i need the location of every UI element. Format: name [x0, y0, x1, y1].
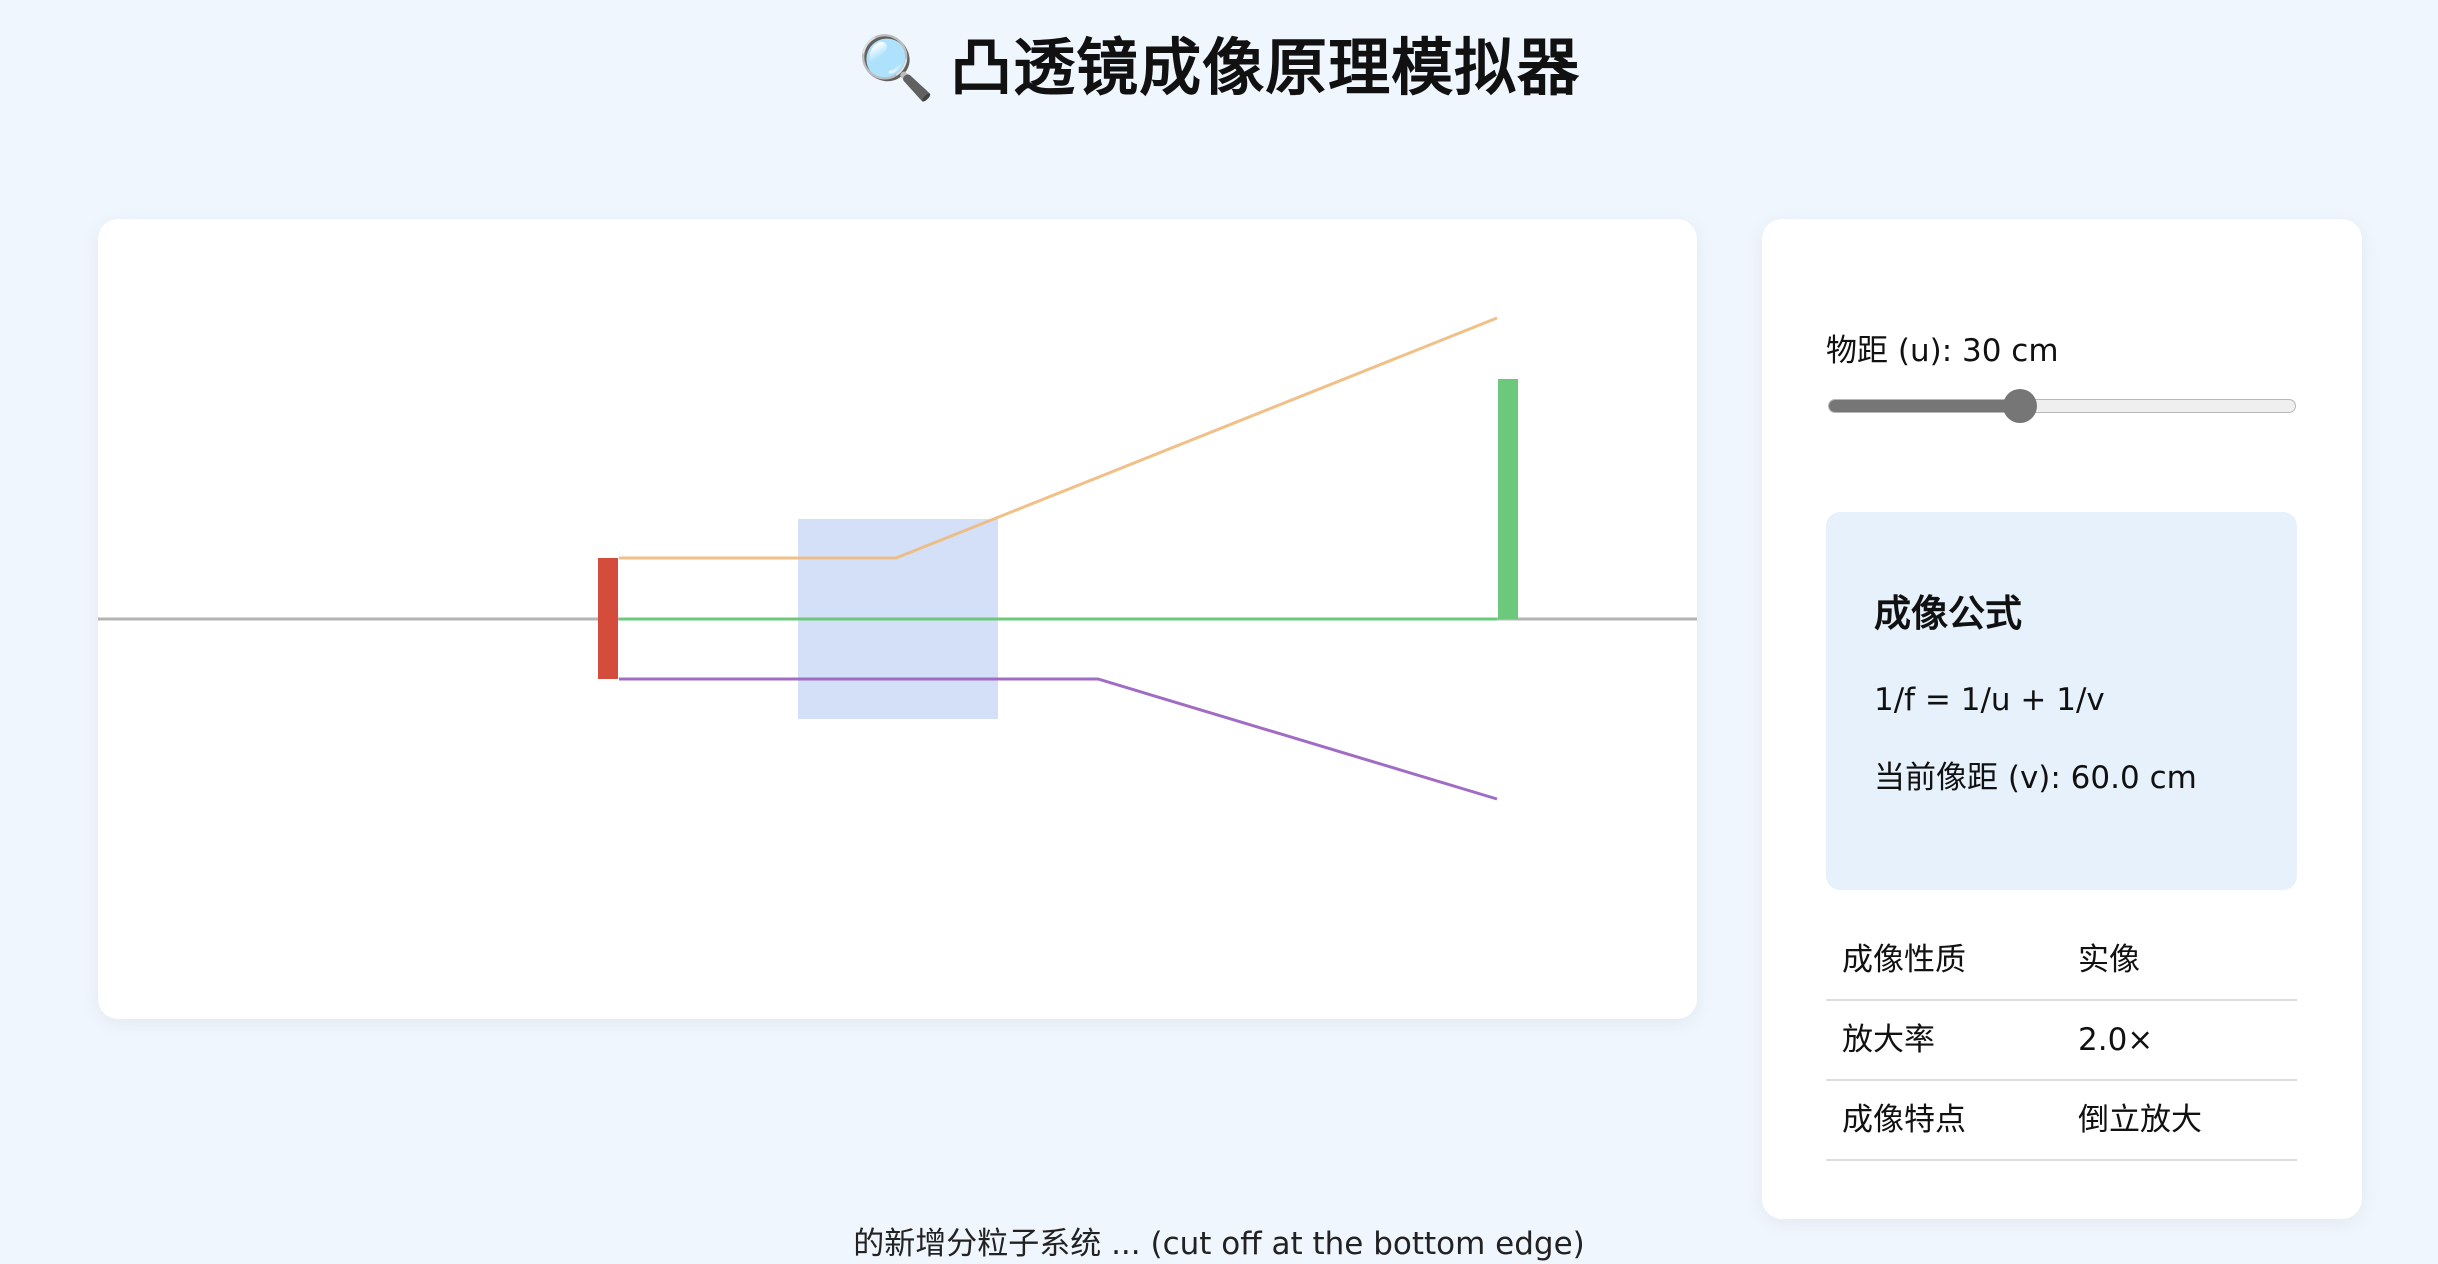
ray-parallel-bottom	[619, 677, 1498, 801]
slider-thumb[interactable]	[2003, 389, 2038, 423]
optics-diagram	[98, 316, 1697, 801]
object-distance-slider[interactable]	[1828, 389, 2296, 423]
property-value: 倒立放大	[2078, 1102, 2202, 1138]
lens-equation: 1/f = 1/u + 1/v	[1874, 682, 2105, 718]
property-key: 成像性质	[1842, 942, 1966, 978]
property-value: 2.0×	[2078, 1022, 2154, 1058]
object-arrow	[598, 558, 618, 679]
footer-partial-text: 的新增分粒子系统 ... (cut off at the bottom edge…	[853, 1226, 1585, 1262]
property-key: 放大率	[1842, 1022, 1935, 1058]
formula-title: 成像公式	[1874, 592, 2022, 635]
ray-parallel-top	[619, 316, 1498, 560]
property-key: 成像特点	[1842, 1102, 1966, 1138]
table-row: 放大率 2.0×	[1826, 1001, 2297, 1081]
formula-box: 成像公式 1/f = 1/u + 1/v 当前像距 (v): 60.0 cm	[1826, 512, 2297, 890]
table-row: 成像性质 实像	[1826, 921, 2297, 1001]
current-image-distance: 当前像距 (v): 60.0 cm	[1874, 760, 2197, 796]
image-properties-table: 成像性质 实像 放大率 2.0× 成像特点 倒立放大	[1826, 921, 2297, 1161]
image-arrow	[1498, 379, 1518, 619]
property-value: 实像	[2078, 942, 2140, 978]
object-distance-label: 物距 (u): 30 cm	[1826, 333, 2059, 369]
magnifier-icon: 🔍	[857, 31, 937, 104]
control-panel: 物距 (u): 30 cm 成像公式 1/f = 1/u + 1/v 当前像距 …	[1762, 219, 2362, 1219]
optics-canvas	[98, 219, 1697, 1019]
page-title: 🔍 凸透镜成像原理模拟器	[0, 26, 2438, 110]
page-title-text: 凸透镜成像原理模拟器	[950, 31, 1581, 104]
table-row: 成像特点 倒立放大	[1826, 1081, 2297, 1161]
slider-fill	[1829, 400, 2021, 412]
